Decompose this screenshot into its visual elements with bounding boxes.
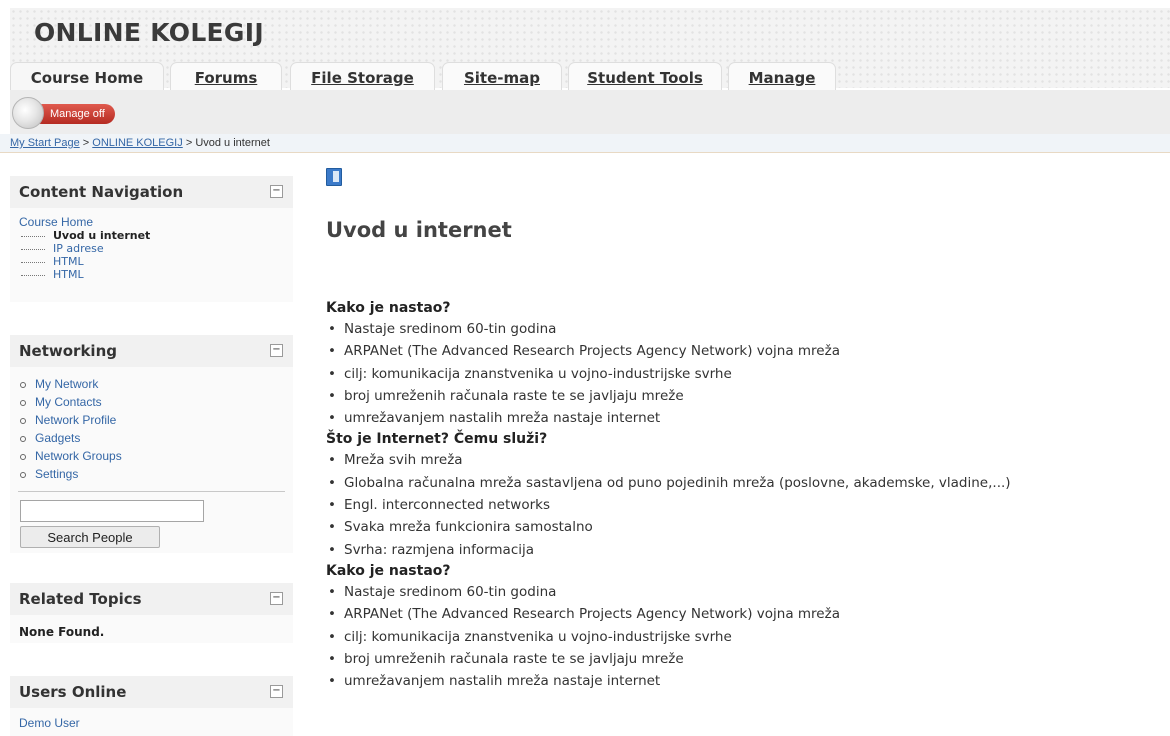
content-tree: Course Home Uvod u internet IP adrese HT… bbox=[10, 208, 293, 287]
networking-item-label: Settings bbox=[35, 467, 79, 481]
bullet-icon bbox=[20, 381, 26, 388]
networking-item-label: Network Groups bbox=[35, 449, 122, 463]
list-item: ARPANet (The Advanced Research Projects … bbox=[326, 603, 1166, 625]
related-topics-panel: Related Topics − None Found. bbox=[10, 583, 293, 643]
lesson-content: Kako je nastao? Nastaje sredinom 60-tin … bbox=[326, 298, 1166, 692]
networking-item-gadgets[interactable]: Gadgets bbox=[20, 429, 293, 447]
networking-item-settings[interactable]: Settings bbox=[20, 465, 293, 483]
networking-item-label: My Network bbox=[35, 377, 99, 391]
search-people-input[interactable] bbox=[20, 500, 204, 522]
tree-item-html[interactable]: HTML bbox=[19, 255, 293, 268]
networking-header: Networking − bbox=[10, 335, 293, 367]
list-item: Nastaje sredinom 60-tin godina bbox=[326, 581, 1166, 603]
list-item: broj umreženih računala raste te se javl… bbox=[326, 385, 1166, 407]
list-item: umrežavanjem nastalih mreža nastaje inte… bbox=[326, 407, 1166, 429]
bullet-icon bbox=[20, 417, 26, 424]
collapse-icon[interactable]: − bbox=[270, 344, 283, 357]
bullet-list: Nastaje sredinom 60-tin godina ARPANet (… bbox=[326, 581, 1166, 692]
networking-item-my-network[interactable]: My Network bbox=[20, 375, 293, 393]
list-item: broj umreženih računala raste te se javl… bbox=[326, 648, 1166, 670]
related-topics-title: Related Topics bbox=[19, 590, 142, 608]
bullet-icon bbox=[20, 399, 26, 406]
list-item: cilj: komunikacija znanstvenika u vojno-… bbox=[326, 626, 1166, 648]
breadcrumb: My Start Page > ONLINE KOLEGIJ > Uvod u … bbox=[0, 134, 1170, 153]
tree-root-course-home[interactable]: Course Home bbox=[19, 216, 293, 229]
bullet-list: Mreža svih mreža Globalna računalna mrež… bbox=[326, 449, 1166, 560]
breadcrumb-online-kolegij[interactable]: ONLINE KOLEGIJ bbox=[92, 137, 182, 149]
bullet-icon bbox=[20, 453, 26, 460]
list-item: ARPANet (The Advanced Research Projects … bbox=[326, 340, 1166, 362]
manage-toggle-icon[interactable] bbox=[12, 97, 44, 129]
related-topics-header: Related Topics − bbox=[10, 583, 293, 615]
toolbar: Manage off bbox=[10, 90, 1170, 134]
online-user[interactable]: Demo User bbox=[10, 708, 293, 730]
content-navigation-panel: Content Navigation − Course Home Uvod u … bbox=[10, 176, 293, 302]
content-navigation-header: Content Navigation − bbox=[10, 176, 293, 208]
section-heading: Kako je nastao? bbox=[326, 300, 451, 316]
content-navigation-title: Content Navigation bbox=[19, 183, 184, 201]
tree-item-html[interactable]: HTML bbox=[19, 268, 293, 281]
breadcrumb-my-start-page[interactable]: My Start Page bbox=[10, 137, 80, 149]
tree-item-uvod-u-internet[interactable]: Uvod u internet bbox=[19, 229, 293, 242]
related-topics-empty-text: None Found. bbox=[19, 625, 105, 639]
networking-item-label: My Contacts bbox=[35, 395, 102, 409]
networking-item-network-groups[interactable]: Network Groups bbox=[20, 447, 293, 465]
networking-list: My Network My Contacts Network Profile G… bbox=[10, 367, 293, 489]
list-item: Svaka mreža funkcionira samostalno bbox=[326, 516, 1166, 538]
bullet-icon bbox=[20, 435, 26, 442]
list-item: Globalna računalna mreža sastavljena od … bbox=[326, 472, 1166, 494]
networking-title: Networking bbox=[19, 342, 117, 360]
list-item: Engl. interconnected networks bbox=[326, 494, 1166, 516]
site-title: ONLINE KOLEGIJ bbox=[34, 18, 264, 47]
site-header: ONLINE KOLEGIJ Course Home Forums File S… bbox=[10, 8, 1170, 97]
page-view-icon[interactable] bbox=[326, 168, 342, 186]
section-heading: Kako je nastao? bbox=[326, 562, 451, 579]
page-title: Uvod u internet bbox=[326, 218, 512, 242]
bullet-icon bbox=[20, 471, 26, 478]
search-people-button[interactable]: Search People bbox=[20, 526, 160, 548]
list-item: Mreža svih mreža bbox=[326, 449, 1166, 471]
tree-item-ip-adrese[interactable]: IP adrese bbox=[19, 242, 293, 255]
collapse-icon[interactable]: − bbox=[270, 685, 283, 698]
manage-toggle-button[interactable]: Manage off bbox=[32, 104, 115, 124]
networking-item-network-profile[interactable]: Network Profile bbox=[20, 411, 293, 429]
breadcrumb-current: Uvod u internet bbox=[195, 137, 270, 149]
users-online-header: Users Online − bbox=[10, 676, 293, 708]
divider bbox=[18, 491, 285, 492]
breadcrumb-separator: > bbox=[82, 137, 90, 149]
list-item: cilj: komunikacija znanstvenika u vojno-… bbox=[326, 363, 1166, 385]
networking-item-label: Network Profile bbox=[35, 413, 117, 427]
list-item: Nastaje sredinom 60-tin godina bbox=[326, 318, 1166, 340]
users-online-title: Users Online bbox=[19, 683, 127, 701]
breadcrumb-separator: > bbox=[185, 137, 193, 149]
networking-item-my-contacts[interactable]: My Contacts bbox=[20, 393, 293, 411]
list-item: Svrha: razmjena informacija bbox=[326, 539, 1166, 561]
list-item: umrežavanjem nastalih mreža nastaje inte… bbox=[326, 670, 1166, 692]
networking-item-label: Gadgets bbox=[35, 431, 81, 445]
section-heading: Što je Internet? Čemu služi? bbox=[326, 431, 548, 448]
collapse-icon[interactable]: − bbox=[270, 592, 283, 605]
networking-panel: Networking − My Network My Contacts Netw… bbox=[10, 335, 293, 553]
users-online-panel: Users Online − Demo User bbox=[10, 676, 293, 736]
bullet-list: Nastaje sredinom 60-tin godina ARPANet (… bbox=[326, 318, 1166, 429]
collapse-icon[interactable]: − bbox=[270, 185, 283, 198]
